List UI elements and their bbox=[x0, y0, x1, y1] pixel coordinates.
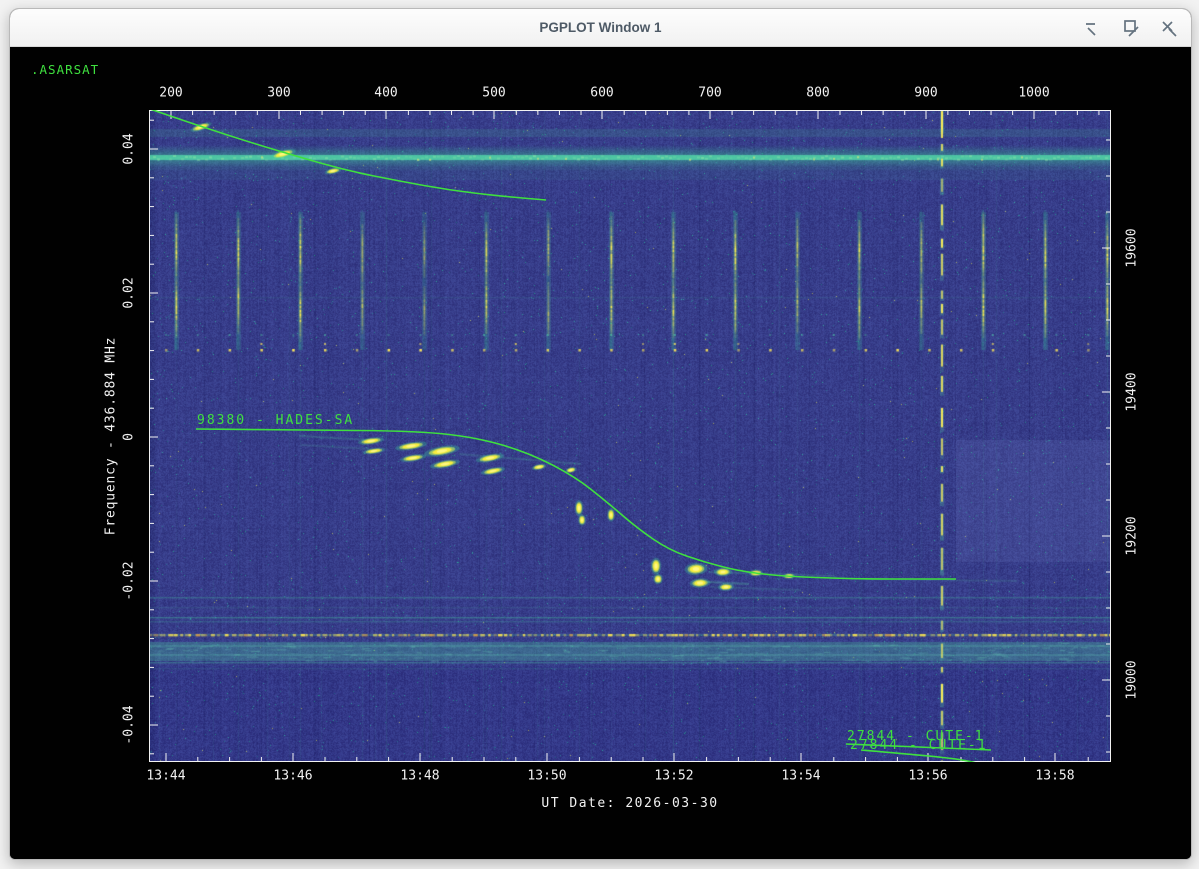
left-axis-tick-label: 0 bbox=[122, 433, 137, 441]
plot-client-area: .ASARSAT 98380 - HADES-SA 27844 - CUTE-1 2… bbox=[10, 47, 1191, 859]
titlebar[interactable]: PGPLOT Window 1 bbox=[10, 9, 1191, 47]
bottom-axis-tick-label: 13:52 bbox=[654, 769, 693, 784]
minimize-button[interactable] bbox=[1083, 18, 1103, 38]
right-axis-tick-label: 19400 bbox=[1125, 372, 1140, 411]
left-axis-tick-label: 0.04 bbox=[122, 133, 137, 164]
plot-frame bbox=[150, 111, 1111, 762]
top-axis-tick-label: 800 bbox=[806, 86, 829, 101]
right-axis-tick-label: 19600 bbox=[1125, 228, 1140, 267]
bottom-axis-tick-label: 13:48 bbox=[400, 769, 439, 784]
y-axis-title: Frequency - 436.884 MHz bbox=[104, 337, 119, 535]
bottom-axis-tick-label: 13:54 bbox=[781, 769, 820, 784]
top-axis-tick-label: 400 bbox=[374, 86, 397, 101]
bottom-axis-tick-label: 13:50 bbox=[527, 769, 566, 784]
bottom-axis-tick-label: 13:44 bbox=[146, 769, 185, 784]
bottom-axis-tick-label: 13:56 bbox=[908, 769, 947, 784]
left-axis-tick-label: -0.02 bbox=[122, 561, 137, 600]
doppler-curve-hades-sa bbox=[196, 429, 956, 579]
bottom-axis-tick-label: 13:46 bbox=[273, 769, 312, 784]
top-axis-tick-label: 900 bbox=[914, 86, 937, 101]
right-axis-tick-label: 19000 bbox=[1125, 660, 1140, 699]
doppler-label-cute-b: 27844 - CUTE-1 bbox=[850, 738, 988, 753]
axes-and-curves-overlay bbox=[149, 110, 1111, 762]
right-axis-tick-label: 19200 bbox=[1125, 516, 1140, 555]
top-axis-tick-label: 300 bbox=[267, 86, 290, 101]
left-axis-tick-label: 0.02 bbox=[122, 277, 137, 308]
pgplot-window: PGPLOT Window 1 bbox=[9, 8, 1192, 860]
doppler-curve-unidentified bbox=[150, 110, 546, 200]
top-axis-tick-label: 600 bbox=[590, 86, 613, 101]
satellite-corner-label: .ASARSAT bbox=[31, 62, 99, 77]
top-axis-tick-label: 500 bbox=[482, 86, 505, 101]
bottom-axis-tick-label: 13:58 bbox=[1035, 769, 1074, 784]
top-axis-tick-label: 1000 bbox=[1018, 86, 1049, 101]
close-icon bbox=[1159, 18, 1179, 38]
window-controls bbox=[1083, 9, 1179, 46]
doppler-label-hades: 98380 - HADES-SA bbox=[197, 413, 354, 428]
maximize-button[interactable] bbox=[1121, 18, 1141, 38]
x-axis-title: UT Date: 2026-03-30 bbox=[541, 796, 718, 811]
maximize-icon bbox=[1121, 18, 1141, 38]
top-axis-tick-label: 700 bbox=[698, 86, 721, 101]
spectrogram-plot[interactable]: 98380 - HADES-SA27844 - CUTE-127844 - CU… bbox=[149, 110, 1111, 762]
close-button[interactable] bbox=[1159, 18, 1179, 38]
top-axis-tick-label: 200 bbox=[159, 86, 182, 101]
window-title: PGPLOT Window 1 bbox=[10, 9, 1191, 46]
left-axis-tick-label: -0.04 bbox=[122, 705, 137, 744]
minimize-icon bbox=[1083, 18, 1103, 38]
